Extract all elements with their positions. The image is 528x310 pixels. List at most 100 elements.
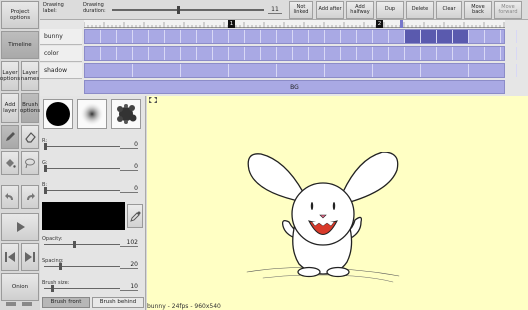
eraser-tool-button[interactable] — [21, 125, 39, 149]
timeline-cell[interactable] — [437, 47, 453, 60]
timeline-cell[interactable] — [229, 30, 245, 43]
play-button[interactable] — [1, 213, 39, 241]
duration-slider-thumb[interactable] — [177, 6, 180, 14]
layer-names-button[interactable]: Layer names — [21, 61, 39, 91]
brush-hard-round[interactable] — [43, 99, 73, 129]
timeline-cell[interactable] — [325, 30, 341, 43]
timeline-cell[interactable] — [501, 47, 517, 60]
timeline-cell[interactable] — [261, 30, 277, 43]
timeline-cell[interactable] — [453, 47, 469, 60]
timeline-cell[interactable] — [229, 64, 277, 77]
redo-button[interactable] — [21, 185, 39, 209]
green-slider[interactable]: G: 0 — [42, 160, 142, 174]
brush-size-slider[interactable]: Brush size: 10 — [42, 280, 142, 294]
timeline-cell[interactable] — [469, 30, 485, 43]
layer-name-shadow[interactable]: shadow — [40, 63, 82, 79]
timeline-cell[interactable] — [149, 30, 165, 43]
timeline-cell[interactable] — [229, 47, 245, 60]
opacity-slider[interactable]: Opacity: 102 — [42, 236, 142, 250]
timeline-cell[interactable] — [373, 64, 421, 77]
spacing-thumb[interactable] — [58, 263, 62, 270]
previous-frame-button[interactable] — [1, 243, 19, 271]
brush-size-track[interactable] — [44, 288, 120, 289]
current-color-swatch[interactable] — [42, 202, 125, 230]
timeline-cell[interactable] — [277, 47, 293, 60]
move-back-button[interactable]: Move back — [464, 1, 492, 19]
timeline-cell[interactable] — [165, 47, 181, 60]
green-thumb[interactable] — [44, 165, 47, 172]
layer-name-bunny[interactable]: bunny — [40, 29, 82, 45]
green-track[interactable] — [44, 168, 120, 169]
timeline-cell[interactable] — [213, 47, 229, 60]
spacing-slider[interactable]: Spacing: 20 — [42, 258, 142, 272]
timeline-cell[interactable] — [421, 30, 437, 43]
brush-soft-round[interactable] — [77, 99, 107, 129]
timeline-cell[interactable] — [357, 30, 373, 43]
brush-options-button[interactable]: Brush options — [20, 93, 40, 123]
layer-options-button[interactable]: Layer options — [0, 61, 20, 91]
timeline-cell[interactable] — [197, 30, 213, 43]
timeline-cell[interactable] — [133, 30, 149, 43]
timeline-cell[interactable] — [421, 47, 437, 60]
onion-after-slider[interactable] — [22, 302, 32, 306]
timeline-cell[interactable] — [197, 47, 213, 60]
layer-track-bunny[interactable] — [84, 29, 517, 44]
opacity-track[interactable] — [44, 244, 120, 245]
timeline-cell[interactable] — [309, 30, 325, 43]
add-after-button[interactable]: Add after — [316, 1, 344, 19]
red-thumb[interactable] — [44, 143, 47, 150]
timeline-cell[interactable] — [373, 30, 389, 43]
timeline-cell[interactable] — [101, 30, 117, 43]
timeline-cell[interactable] — [85, 47, 101, 60]
timeline-cell[interactable] — [341, 47, 357, 60]
brush-splatter[interactable] — [111, 99, 141, 129]
timeline-cell[interactable] — [325, 64, 373, 77]
timeline-cell[interactable] — [85, 30, 101, 43]
timeline-cell[interactable] — [181, 47, 197, 60]
project-options-button[interactable]: Project options — [1, 1, 39, 29]
red-value[interactable]: 0 — [120, 141, 138, 149]
timeline-cell[interactable] — [181, 64, 229, 77]
onion-skin-button[interactable]: Onion — [1, 273, 39, 301]
duration-slider[interactable] — [112, 9, 264, 11]
blue-track[interactable] — [44, 190, 120, 191]
clear-button[interactable]: Clear — [436, 1, 462, 19]
add-layer-button[interactable]: Add layer — [1, 93, 19, 123]
lasso-tool-button[interactable] — [21, 151, 39, 175]
undo-button[interactable] — [1, 185, 19, 209]
timeline-cell[interactable] — [293, 30, 309, 43]
layer-name-color[interactable]: color — [40, 46, 82, 62]
not-linked-button[interactable]: Not linked — [289, 1, 313, 19]
timeline-cell[interactable] — [469, 64, 517, 77]
timeline-cell[interactable] — [309, 47, 325, 60]
timeline-cell[interactable] — [437, 30, 453, 43]
blue-thumb[interactable] — [44, 187, 47, 194]
red-slider[interactable]: R: 0 — [42, 138, 142, 152]
next-frame-button[interactable] — [21, 243, 39, 271]
timeline-cell[interactable] — [213, 30, 229, 43]
blue-slider[interactable]: B: 0 — [42, 182, 142, 196]
timeline-cell[interactable] — [133, 64, 181, 77]
playhead[interactable] — [400, 20, 403, 28]
green-value[interactable]: 0 — [120, 163, 138, 171]
dup-button[interactable]: Dup — [376, 1, 404, 19]
timeline-cell[interactable] — [133, 47, 149, 60]
spacing-track[interactable] — [44, 266, 120, 267]
timeline-ruler[interactable]: 1 2 — [84, 20, 505, 28]
brush-size-thumb[interactable] — [51, 285, 55, 292]
pencil-tool-button[interactable] — [1, 125, 19, 149]
timeline-cell[interactable] — [389, 30, 405, 43]
timeline-cell[interactable] — [453, 30, 469, 43]
timeline-cell[interactable] — [357, 47, 373, 60]
timeline-cell[interactable] — [421, 64, 469, 77]
timeline-cell[interactable] — [261, 47, 277, 60]
delete-button[interactable]: Delete — [406, 1, 434, 19]
timeline-cell[interactable] — [277, 64, 325, 77]
timeline-cell[interactable] — [405, 47, 421, 60]
opacity-thumb[interactable] — [73, 241, 77, 248]
timeline-cell[interactable] — [149, 47, 165, 60]
timeline-cell[interactable] — [117, 30, 133, 43]
timeline-cell[interactable] — [485, 47, 501, 60]
timeline-cell[interactable] — [373, 47, 389, 60]
opacity-value[interactable]: 102 — [120, 239, 138, 247]
